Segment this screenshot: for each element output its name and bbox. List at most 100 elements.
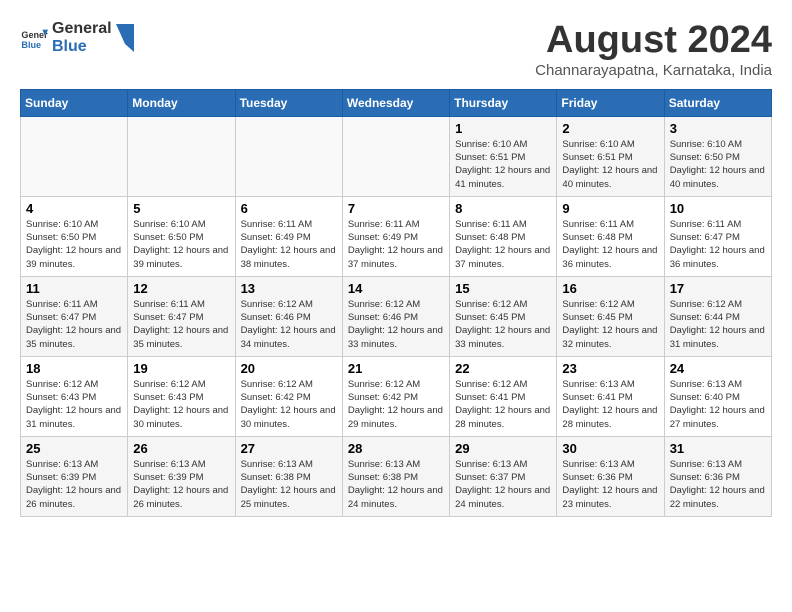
- day-number: 10: [670, 201, 766, 216]
- week-row-0: 1Sunrise: 6:10 AM Sunset: 6:51 PM Daylig…: [21, 116, 772, 196]
- calendar-cell: 29 Sunrise: 6:13 AM Sunset: 6:37 PM Dayli…: [450, 436, 557, 516]
- title-area: August 2024 Channarayapatna, Karnataka, …: [535, 20, 772, 79]
- header-cell-sunday: Sunday: [21, 89, 128, 116]
- day-number: 29: [455, 441, 551, 456]
- day-number: 6: [241, 201, 337, 216]
- calendar-cell: 4 Sunrise: 6:10 AM Sunset: 6:50 PM Daylig…: [21, 196, 128, 276]
- calendar-cell: 8Sunrise: 6:11 AM Sunset: 6:48 PM Daylig…: [450, 196, 557, 276]
- day-number: 17: [670, 281, 766, 296]
- calendar-cell: 3Sunrise: 6:10 AM Sunset: 6:50 PM Daylig…: [664, 116, 771, 196]
- day-info: Sunrise: 6:12 AM Sunset: 6:42 PM Dayligh…: [348, 378, 444, 431]
- day-number: 9: [562, 201, 658, 216]
- day-info: Sunrise: 6:12 AM Sunset: 6:43 PM Dayligh…: [26, 378, 122, 431]
- calendar-body: 1Sunrise: 6:10 AM Sunset: 6:51 PM Daylig…: [21, 116, 772, 516]
- day-info: Sunrise: 6:10 AM Sunset: 6:51 PM Dayligh…: [562, 138, 658, 191]
- day-number: 30: [562, 441, 658, 456]
- calendar-cell: 22 Sunrise: 6:12 AM Sunset: 6:41 PM Dayli…: [450, 356, 557, 436]
- day-info: Sunrise: 6:11 AM Sunset: 6:49 PM Dayligh…: [241, 218, 337, 271]
- calendar-table: SundayMondayTuesdayWednesdayThursdayFrid…: [20, 89, 772, 517]
- day-number: 24: [670, 361, 766, 376]
- day-info: Sunrise: 6:10 AM Sunset: 6:51 PM Dayligh…: [455, 138, 551, 191]
- day-info: Sunrise: 6:12 AM Sunset: 6:42 PM Dayligh…: [241, 378, 337, 431]
- subtitle: Channarayapatna, Karnataka, India: [535, 62, 772, 79]
- calendar-cell: 7Sunrise: 6:11 AM Sunset: 6:49 PM Daylig…: [342, 196, 449, 276]
- day-number: 19: [133, 361, 229, 376]
- calendar-cell: 14Sunrise: 6:12 AM Sunset: 6:46 PM Dayli…: [342, 276, 449, 356]
- calendar-cell: 18 Sunrise: 6:12 AM Sunset: 6:43 PM Dayli…: [21, 356, 128, 436]
- day-number: 25: [26, 441, 122, 456]
- calendar-cell: 11Sunrise: 6:11 AM Sunset: 6:47 PM Dayli…: [21, 276, 128, 356]
- day-info: Sunrise: 6:12 AM Sunset: 6:43 PM Dayligh…: [133, 378, 229, 431]
- day-info: Sunrise: 6:12 AM Sunset: 6:41 PM Dayligh…: [455, 378, 551, 431]
- day-number: 21: [348, 361, 444, 376]
- day-number: 15: [455, 281, 551, 296]
- day-info: Sunrise: 6:13 AM Sunset: 6:37 PM Dayligh…: [455, 458, 551, 511]
- calendar-cell: 31 Sunrise: 6:13 AM Sunset: 6:36 PM Dayli…: [664, 436, 771, 516]
- calendar-cell: 1Sunrise: 6:10 AM Sunset: 6:51 PM Daylig…: [450, 116, 557, 196]
- day-info: Sunrise: 6:13 AM Sunset: 6:36 PM Dayligh…: [670, 458, 766, 511]
- calendar-cell: 6 Sunrise: 6:11 AM Sunset: 6:49 PM Daylig…: [235, 196, 342, 276]
- header-cell-wednesday: Wednesday: [342, 89, 449, 116]
- day-number: 5: [133, 201, 229, 216]
- header-cell-friday: Friday: [557, 89, 664, 116]
- day-info: Sunrise: 6:13 AM Sunset: 6:40 PM Dayligh…: [670, 378, 766, 431]
- day-info: Sunrise: 6:13 AM Sunset: 6:38 PM Dayligh…: [241, 458, 337, 511]
- logo: General Blue General Blue: [20, 20, 134, 55]
- day-number: 20: [241, 361, 337, 376]
- day-info: Sunrise: 6:12 AM Sunset: 6:46 PM Dayligh…: [241, 298, 337, 351]
- day-info: Sunrise: 6:10 AM Sunset: 6:50 PM Dayligh…: [133, 218, 229, 271]
- day-info: Sunrise: 6:12 AM Sunset: 6:44 PM Dayligh…: [670, 298, 766, 351]
- week-row-1: 4 Sunrise: 6:10 AM Sunset: 6:50 PM Daylig…: [21, 196, 772, 276]
- calendar-cell: 9 Sunrise: 6:11 AM Sunset: 6:48 PM Daylig…: [557, 196, 664, 276]
- calendar-cell: 2Sunrise: 6:10 AM Sunset: 6:51 PM Daylig…: [557, 116, 664, 196]
- month-title: August 2024: [535, 20, 772, 62]
- logo-icon: General Blue: [20, 24, 48, 52]
- calendar-cell: 19 Sunrise: 6:12 AM Sunset: 6:43 PM Dayli…: [128, 356, 235, 436]
- day-info: Sunrise: 6:10 AM Sunset: 6:50 PM Dayligh…: [26, 218, 122, 271]
- logo-arrow-icon: [116, 24, 134, 52]
- week-row-3: 18 Sunrise: 6:12 AM Sunset: 6:43 PM Dayli…: [21, 356, 772, 436]
- day-number: 13: [241, 281, 337, 296]
- calendar-cell: 20 Sunrise: 6:12 AM Sunset: 6:42 PM Dayli…: [235, 356, 342, 436]
- calendar-cell: 27 Sunrise: 6:13 AM Sunset: 6:38 PM Dayli…: [235, 436, 342, 516]
- calendar-cell: 28Sunrise: 6:13 AM Sunset: 6:38 PM Dayli…: [342, 436, 449, 516]
- day-number: 18: [26, 361, 122, 376]
- day-number: 7: [348, 201, 444, 216]
- svg-text:Blue: Blue: [21, 39, 41, 49]
- week-row-4: 25 Sunrise: 6:13 AM Sunset: 6:39 PM Dayli…: [21, 436, 772, 516]
- day-number: 22: [455, 361, 551, 376]
- day-info: Sunrise: 6:12 AM Sunset: 6:45 PM Dayligh…: [455, 298, 551, 351]
- calendar-cell: 26 Sunrise: 6:13 AM Sunset: 6:39 PM Dayli…: [128, 436, 235, 516]
- day-info: Sunrise: 6:13 AM Sunset: 6:39 PM Dayligh…: [133, 458, 229, 511]
- day-info: Sunrise: 6:13 AM Sunset: 6:39 PM Dayligh…: [26, 458, 122, 511]
- day-info: Sunrise: 6:11 AM Sunset: 6:47 PM Dayligh…: [26, 298, 122, 351]
- calendar-cell: 16 Sunrise: 6:12 AM Sunset: 6:45 PM Dayli…: [557, 276, 664, 356]
- day-number: 31: [670, 441, 766, 456]
- calendar-cell: 10Sunrise: 6:11 AM Sunset: 6:47 PM Dayli…: [664, 196, 771, 276]
- day-number: 14: [348, 281, 444, 296]
- day-number: 4: [26, 201, 122, 216]
- calendar-cell: [235, 116, 342, 196]
- day-number: 27: [241, 441, 337, 456]
- day-info: Sunrise: 6:11 AM Sunset: 6:48 PM Dayligh…: [562, 218, 658, 271]
- day-number: 8: [455, 201, 551, 216]
- header-cell-monday: Monday: [128, 89, 235, 116]
- calendar-cell: 15 Sunrise: 6:12 AM Sunset: 6:45 PM Dayli…: [450, 276, 557, 356]
- calendar-cell: [128, 116, 235, 196]
- day-number: 23: [562, 361, 658, 376]
- day-info: Sunrise: 6:12 AM Sunset: 6:45 PM Dayligh…: [562, 298, 658, 351]
- calendar-cell: 12 Sunrise: 6:11 AM Sunset: 6:47 PM Dayli…: [128, 276, 235, 356]
- day-number: 3: [670, 121, 766, 136]
- day-number: 12: [133, 281, 229, 296]
- day-number: 26: [133, 441, 229, 456]
- calendar-cell: [342, 116, 449, 196]
- logo-blue-text: Blue: [52, 38, 112, 56]
- header-cell-saturday: Saturday: [664, 89, 771, 116]
- day-info: Sunrise: 6:11 AM Sunset: 6:47 PM Dayligh…: [133, 298, 229, 351]
- calendar-header: SundayMondayTuesdayWednesdayThursdayFrid…: [21, 89, 772, 116]
- week-row-2: 11Sunrise: 6:11 AM Sunset: 6:47 PM Dayli…: [21, 276, 772, 356]
- day-info: Sunrise: 6:13 AM Sunset: 6:38 PM Dayligh…: [348, 458, 444, 511]
- calendar-cell: 30Sunrise: 6:13 AM Sunset: 6:36 PM Dayli…: [557, 436, 664, 516]
- day-info: Sunrise: 6:13 AM Sunset: 6:41 PM Dayligh…: [562, 378, 658, 431]
- day-number: 16: [562, 281, 658, 296]
